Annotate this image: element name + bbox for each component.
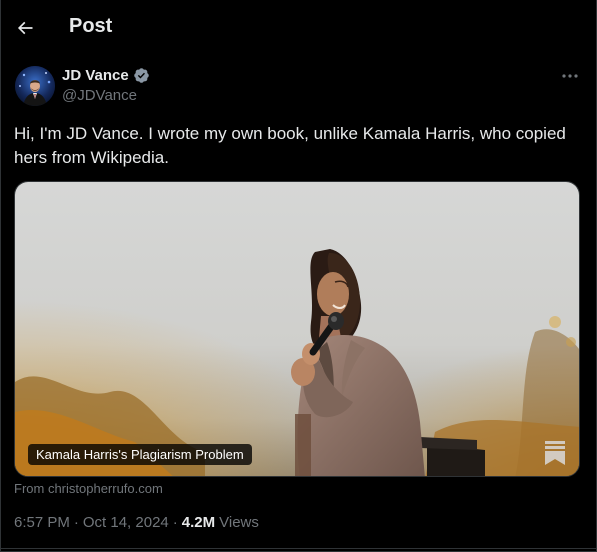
tweet-text: Hi, I'm JD Vance. I wrote my own book, u… bbox=[14, 124, 566, 167]
page-title: Post bbox=[69, 15, 113, 37]
arrow-left-icon bbox=[17, 21, 33, 35]
views-label: Views bbox=[219, 514, 259, 531]
link-card[interactable]: Kamala Harris's Plagiarism Problem bbox=[14, 181, 580, 477]
post-header: Post bbox=[1, 0, 597, 56]
post-date[interactable]: Oct 14, 2024 bbox=[83, 514, 169, 531]
author-row: JD Vance bbox=[62, 67, 150, 84]
substack-bookmark-icon bbox=[545, 441, 565, 465]
author-handle[interactable]: @JDVance bbox=[62, 87, 137, 104]
card-image bbox=[15, 182, 579, 476]
card-title: Kamala Harris's Plagiarism Problem bbox=[28, 444, 252, 465]
post-page: Post JD Vance @JDVance Hi, I'm JD Vance.… bbox=[0, 0, 597, 552]
divider bbox=[1, 548, 597, 549]
verified-badge-icon[interactable] bbox=[133, 67, 150, 84]
meta-separator: · bbox=[172, 514, 178, 531]
author-name[interactable]: JD Vance bbox=[62, 67, 129, 84]
post-time[interactable]: 6:57 PM bbox=[14, 514, 70, 531]
views-count[interactable]: 4.2M bbox=[182, 514, 215, 531]
more-options-button[interactable] bbox=[557, 66, 583, 86]
avatar-image bbox=[15, 66, 55, 106]
meta-separator: · bbox=[73, 514, 79, 531]
more-horizontal-icon bbox=[562, 74, 578, 78]
avatar[interactable] bbox=[15, 66, 55, 106]
card-source[interactable]: From christopherrufo.com bbox=[14, 481, 163, 496]
post-meta: 6:57 PM · Oct 14, 2024 · 4.2M Views bbox=[14, 514, 259, 531]
back-button[interactable] bbox=[10, 13, 40, 43]
